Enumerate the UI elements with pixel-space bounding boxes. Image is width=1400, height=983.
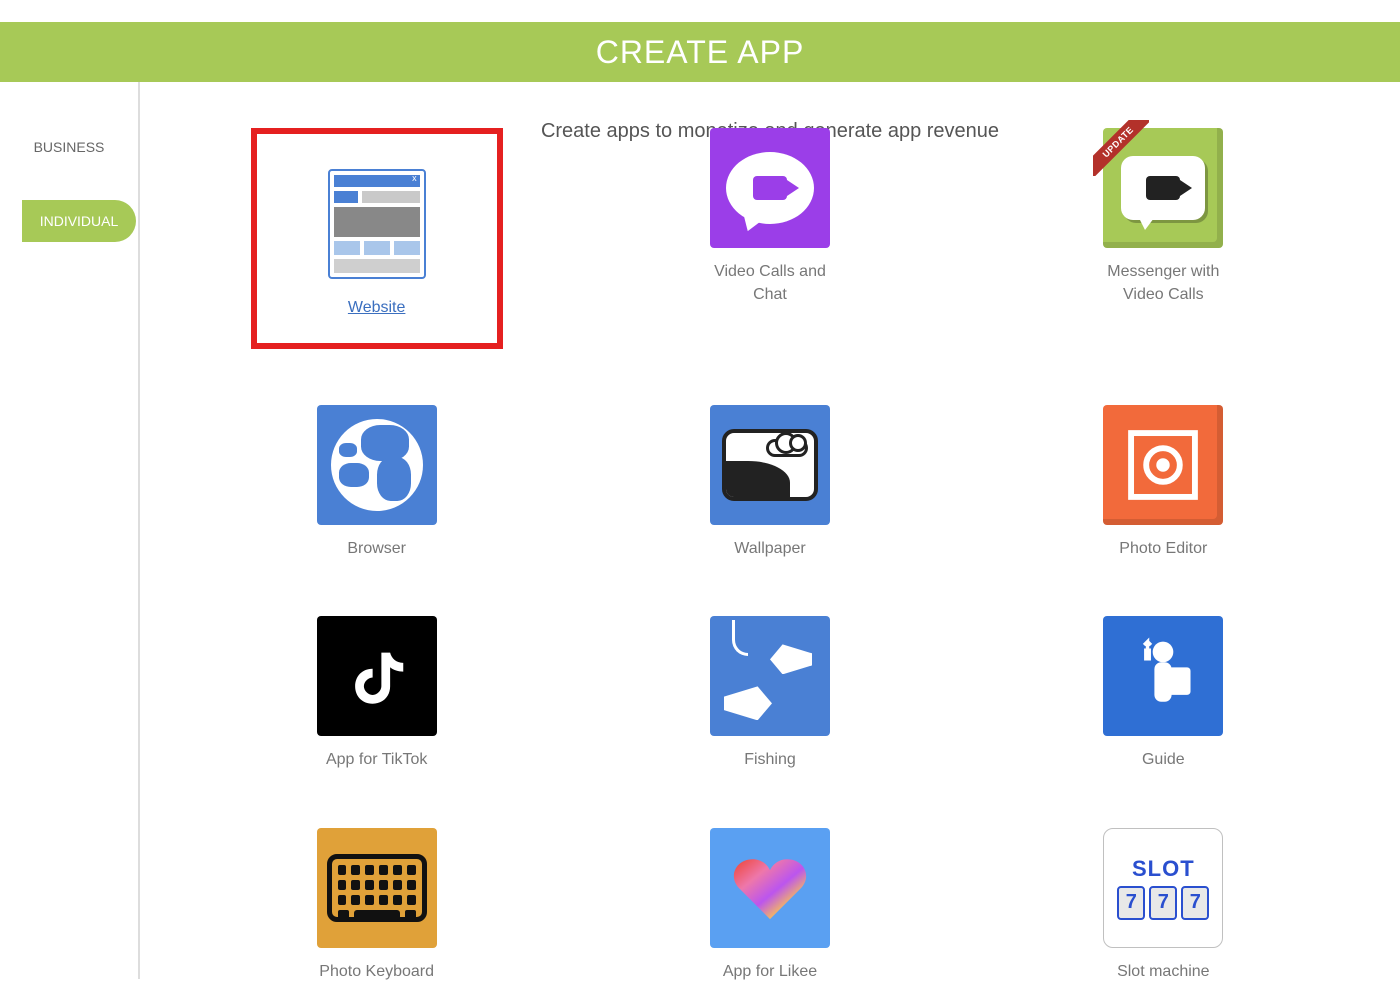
app-card-wallpaper[interactable]: Wallpaper [710, 405, 830, 560]
app-card-tiktok[interactable]: App for TikTok [317, 616, 437, 771]
app-card-photo-keyboard[interactable]: Photo Keyboard [317, 828, 437, 983]
photo-editor-icon [1103, 405, 1223, 525]
app-grid: Website Video Calls andChat UPDATE Messe… [200, 128, 1340, 983]
page-header: CREATE APP [0, 22, 1400, 82]
fishing-icon [710, 616, 830, 736]
slot-icon: SLOT 7 7 7 [1103, 828, 1223, 948]
wallpaper-icon [710, 405, 830, 525]
app-card-browser[interactable]: Browser [317, 405, 437, 560]
app-label: Messenger withVideo Calls [1107, 260, 1219, 306]
sidebar-item-business[interactable]: BUSINESS [0, 122, 138, 172]
app-label: Browser [347, 537, 406, 560]
app-card-fishing[interactable]: Fishing [710, 616, 830, 771]
app-card-messenger[interactable]: UPDATE Messenger withVideo Calls [1103, 128, 1223, 349]
app-label: Photo Keyboard [319, 960, 434, 983]
main-layout: BUSINESS INDIVIDUAL Create apps to monet… [0, 82, 1400, 979]
app-label: Website [348, 296, 406, 319]
app-label: App for Likee [723, 960, 817, 983]
slot-digit: 7 [1149, 886, 1177, 920]
app-label: App for TikTok [326, 748, 427, 771]
app-card-guide[interactable]: Guide [1103, 616, 1223, 771]
video-call-icon [710, 128, 830, 248]
sidebar: BUSINESS INDIVIDUAL [0, 82, 140, 979]
app-card-slot[interactable]: SLOT 7 7 7 Slot machine [1103, 828, 1223, 983]
app-label: Fishing [744, 748, 796, 771]
likee-icon [710, 828, 830, 948]
window-topbar [0, 0, 1400, 22]
app-label: Slot machine [1117, 960, 1210, 983]
page-title: CREATE APP [596, 34, 805, 71]
keyboard-icon [317, 828, 437, 948]
app-card-website[interactable]: Website [251, 128, 503, 349]
messenger-icon: UPDATE [1103, 128, 1223, 248]
slot-digit: 7 [1117, 886, 1145, 920]
app-label: Video Calls andChat [714, 260, 826, 306]
guide-icon [1103, 616, 1223, 736]
app-card-video-calls[interactable]: Video Calls andChat [710, 128, 830, 349]
website-icon [317, 164, 437, 284]
app-card-photo-editor[interactable]: Photo Editor [1103, 405, 1223, 560]
app-card-likee[interactable]: App for Likee [710, 828, 830, 983]
slot-digit: 7 [1181, 886, 1209, 920]
app-label: Wallpaper [734, 537, 805, 560]
app-label: Guide [1142, 748, 1185, 771]
tiktok-icon [317, 616, 437, 736]
app-label: Photo Editor [1119, 537, 1207, 560]
slot-title: SLOT [1132, 856, 1195, 882]
sidebar-item-individual[interactable]: INDIVIDUAL [22, 200, 136, 242]
main-content: Create apps to monetize and generate app… [140, 82, 1400, 979]
globe-icon [317, 405, 437, 525]
